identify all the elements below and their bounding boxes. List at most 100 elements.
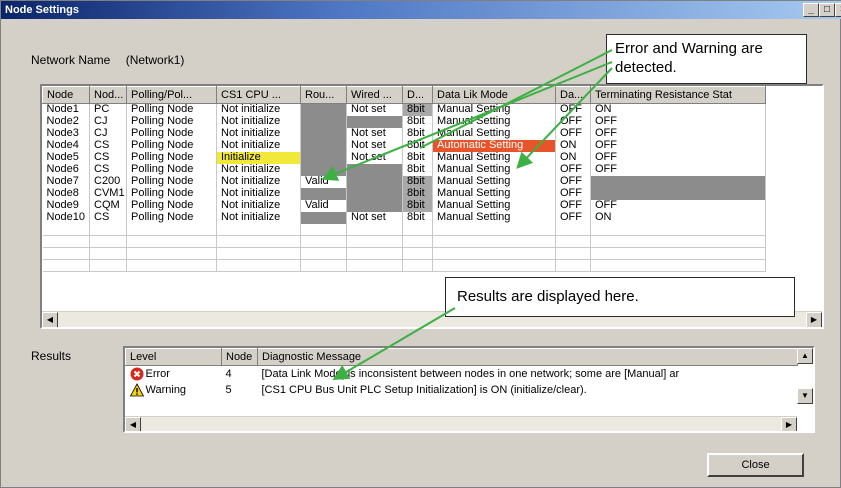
- grid-cell-empty[interactable]: [555, 259, 591, 272]
- grid-cell-da[interactable]: OFF: [555, 199, 591, 212]
- grid-cell-polling[interactable]: Polling Node: [126, 163, 217, 176]
- grid-cell-type[interactable]: CJ: [89, 127, 127, 140]
- grid-cell-term[interactable]: OFF: [590, 151, 766, 164]
- grid-cell-polling[interactable]: Polling Node: [126, 127, 217, 140]
- grid-cell-node[interactable]: Node1: [42, 103, 90, 116]
- grid-cell-term[interactable]: [590, 175, 766, 188]
- grid-cell-wired[interactable]: Not set: [346, 103, 403, 116]
- grid-cell-wired[interactable]: [346, 199, 403, 212]
- scroll-right-arrow-icon[interactable]: ▶: [806, 312, 822, 327]
- grid-cell-d[interactable]: 8bit: [402, 115, 433, 128]
- grid-cell-polling[interactable]: Polling Node: [126, 211, 217, 224]
- results-col-header[interactable]: Diagnostic Message: [257, 348, 798, 366]
- results-scroll-right-icon[interactable]: ▶: [781, 417, 797, 431]
- grid-cell-mode[interactable]: Manual Setting: [432, 211, 556, 224]
- grid-cell-empty[interactable]: [300, 247, 347, 260]
- grid-cell-d[interactable]: 8bit: [402, 139, 433, 152]
- table-row[interactable]: Node5 CS Polling Node Initialize Not set 8bit…: [42, 151, 766, 164]
- grid-cell-type[interactable]: PC: [89, 103, 127, 116]
- grid-cell-cs1[interactable]: Not initialize: [216, 115, 301, 128]
- grid-cell-node[interactable]: Node10: [42, 211, 90, 224]
- grid-cell-d[interactable]: 8bit: [402, 211, 433, 224]
- grid-cell-empty[interactable]: [300, 235, 347, 248]
- grid-cell-type[interactable]: CS: [89, 211, 127, 224]
- grid-cell-empty[interactable]: [432, 259, 556, 272]
- grid-cell-d[interactable]: 8bit: [402, 127, 433, 140]
- grid-cell-empty[interactable]: [555, 223, 591, 236]
- grid-cell-rou[interactable]: [300, 151, 347, 164]
- table-row[interactable]: Node10 CS Polling Node Not initialize Not se…: [42, 211, 766, 224]
- results-scroll-down-icon[interactable]: ▼: [797, 388, 813, 404]
- grid-cell-term[interactable]: OFF: [590, 127, 766, 140]
- grid-cell-polling[interactable]: Polling Node: [126, 199, 217, 212]
- grid-cell-empty[interactable]: [89, 247, 127, 260]
- grid-cell-empty[interactable]: [346, 235, 403, 248]
- grid-cell-wired[interactable]: Not set: [346, 127, 403, 140]
- grid-cell-polling[interactable]: Polling Node: [126, 103, 217, 116]
- grid-cell-empty[interactable]: [126, 247, 217, 260]
- grid-col-header[interactable]: Nod...: [89, 86, 127, 104]
- grid-cell-empty[interactable]: [89, 235, 127, 248]
- grid-cell-node[interactable]: Node3: [42, 127, 90, 140]
- grid-cell-type[interactable]: CVM1: [89, 187, 127, 200]
- grid-cell-cs1[interactable]: Initialize: [216, 151, 301, 164]
- grid-cell-empty[interactable]: [216, 223, 301, 236]
- grid-cell-type[interactable]: CJ: [89, 115, 127, 128]
- grid-cell-rou[interactable]: [300, 103, 347, 116]
- grid-cell-empty[interactable]: [126, 259, 217, 272]
- grid-cell-type[interactable]: CS: [89, 139, 127, 152]
- grid-cell-empty[interactable]: [346, 247, 403, 260]
- grid-cell-term[interactable]: OFF: [590, 115, 766, 128]
- grid-cell-da[interactable]: OFF: [555, 211, 591, 224]
- table-row[interactable]: Node2 CJ Polling Node Not initialize 8bit Man…: [42, 115, 766, 128]
- grid-cell-node[interactable]: Node2: [42, 115, 90, 128]
- grid-cell-node[interactable]: Node9: [42, 199, 90, 212]
- grid-cell-empty[interactable]: [89, 223, 127, 236]
- grid-cell-mode[interactable]: Manual Setting: [432, 103, 556, 116]
- table-row[interactable]: Node7 C200 Polling Node Not initialize Valid…: [42, 175, 766, 188]
- grid-cell-empty[interactable]: [432, 223, 556, 236]
- grid-cell-empty[interactable]: [42, 223, 90, 236]
- grid-cell-empty[interactable]: [402, 235, 433, 248]
- grid-cell-mode[interactable]: Manual Setting: [432, 163, 556, 176]
- grid-cell-da[interactable]: OFF: [555, 127, 591, 140]
- grid-col-header[interactable]: Wired ...: [346, 86, 403, 104]
- table-row[interactable]: Node4 CS Polling Node Not initialize Not set…: [42, 139, 766, 152]
- grid-cell-cs1[interactable]: Not initialize: [216, 139, 301, 152]
- grid-cell-polling[interactable]: Polling Node: [126, 115, 217, 128]
- table-row[interactable]: Node9 CQM Polling Node Not initialize Valid 8…: [42, 199, 766, 212]
- grid-cell-cs1[interactable]: Not initialize: [216, 175, 301, 188]
- maximize-button[interactable]: □: [819, 3, 835, 17]
- grid-cell-rou[interactable]: Valid: [300, 199, 347, 212]
- grid-cell-rou[interactable]: [300, 115, 347, 128]
- grid-cell-empty[interactable]: [42, 259, 90, 272]
- table-row-empty[interactable]: [42, 247, 766, 260]
- table-row-empty[interactable]: [42, 223, 766, 236]
- table-row-empty[interactable]: [42, 235, 766, 248]
- grid-cell-polling[interactable]: Polling Node: [126, 151, 217, 164]
- grid-cell-wired[interactable]: Not set: [346, 211, 403, 224]
- grid-cell-term[interactable]: OFF: [590, 199, 766, 212]
- grid-cell-rou[interactable]: [300, 187, 347, 200]
- grid-cell-rou[interactable]: [300, 127, 347, 140]
- grid-cell-d[interactable]: 8bit: [402, 175, 433, 188]
- results-scroll-left-icon[interactable]: ◀: [125, 417, 141, 431]
- grid-cell-empty[interactable]: [300, 259, 347, 272]
- grid-cell-empty[interactable]: [346, 259, 403, 272]
- grid-cell-empty[interactable]: [42, 235, 90, 248]
- table-row[interactable]: Node8 CVM1 Polling Node Not initialize 8bit M…: [42, 187, 766, 200]
- grid-cell-empty[interactable]: [42, 247, 90, 260]
- results-col-header[interactable]: Node: [221, 348, 258, 366]
- grid-cell-empty[interactable]: [590, 235, 766, 248]
- grid-cell-rou[interactable]: Valid: [300, 175, 347, 188]
- grid-cell-d[interactable]: 8bit: [402, 151, 433, 164]
- grid-cell-empty[interactable]: [555, 235, 591, 248]
- grid-cell-empty[interactable]: [346, 223, 403, 236]
- grid-cell-empty[interactable]: [216, 235, 301, 248]
- grid-cell-term[interactable]: ON: [590, 103, 766, 116]
- table-row[interactable]: Node6 CS Polling Node Not initialize 8bit Man…: [42, 163, 766, 176]
- grid-col-header[interactable]: Da...: [555, 86, 591, 104]
- grid-cell-cs1[interactable]: Not initialize: [216, 211, 301, 224]
- grid-cell-empty[interactable]: [590, 259, 766, 272]
- grid-cell-da[interactable]: OFF: [555, 187, 591, 200]
